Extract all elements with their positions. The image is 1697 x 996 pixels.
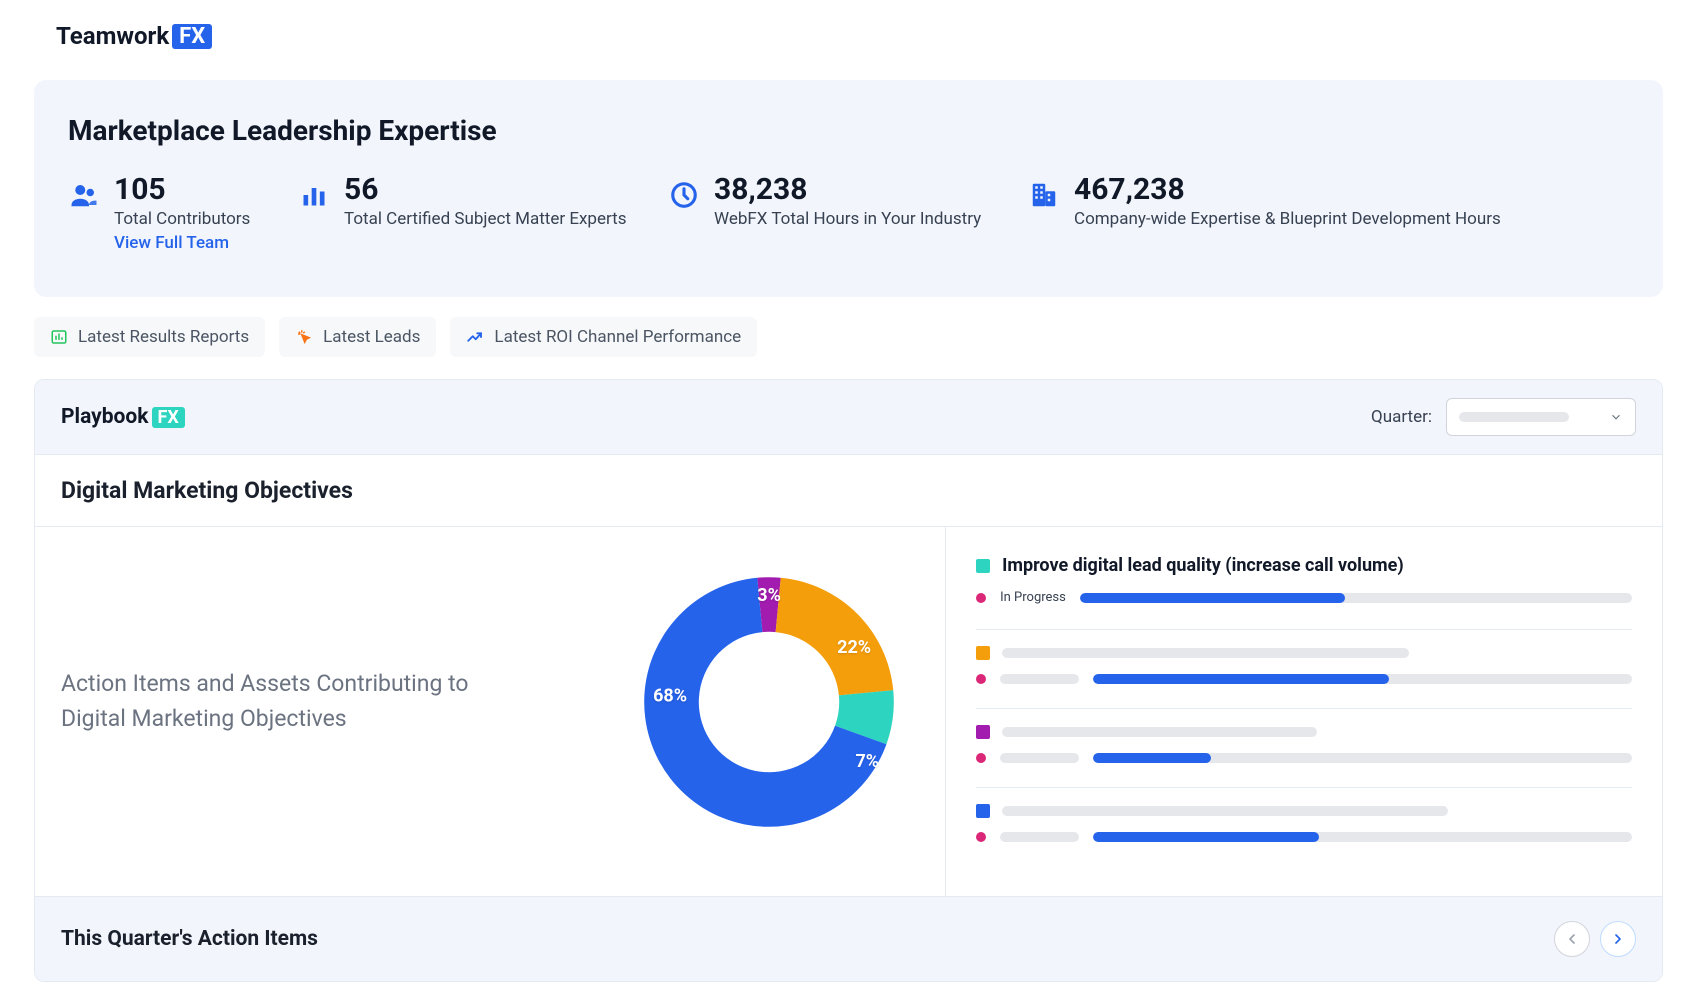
stat-smes: 56 Total Certified Subject Matter Expert…: [298, 175, 668, 253]
pill-latest-roi[interactable]: Latest ROI Channel Performance: [450, 317, 757, 357]
objectives-section-title: Digital Marketing Objectives: [35, 455, 1662, 527]
view-full-team-link[interactable]: View Full Team: [114, 233, 250, 253]
quarter-select[interactable]: [1446, 398, 1636, 436]
quick-links-row: Latest Results Reports Latest Leads Late…: [0, 297, 1697, 379]
status-dot: [976, 753, 986, 763]
progress-row: [976, 753, 1632, 763]
objective-color-square: [976, 559, 990, 573]
stat-label: WebFX Total Hours in Your Industry: [714, 209, 981, 229]
action-items-title: This Quarter's Action Items: [61, 927, 318, 951]
donut-chart: 3% 22% 7% 68%: [639, 572, 899, 832]
stat-value: 38,238: [714, 175, 981, 205]
pill-label: Latest Leads: [323, 327, 420, 347]
objective-color-square: [976, 804, 990, 818]
progress-track: [1093, 832, 1632, 842]
donut-label-orange: 22%: [837, 637, 871, 658]
hero-title: Marketplace Leadership Expertise: [68, 114, 1629, 147]
pill-latest-leads[interactable]: Latest Leads: [279, 317, 436, 357]
clock-icon: [668, 179, 700, 211]
bar-chart-icon: [298, 179, 330, 211]
next-button[interactable]: [1600, 921, 1636, 957]
stat-label: Company-wide Expertise & Blueprint Devel…: [1074, 209, 1501, 229]
pill-label: Latest Results Reports: [78, 327, 249, 347]
progress-fill: [1080, 593, 1345, 603]
stat-company-hours: 467,238 Company-wide Expertise & Bluepri…: [1028, 175, 1629, 253]
stat-value: 105: [114, 175, 250, 205]
objective-color-square: [976, 646, 990, 660]
status-dot: [976, 593, 986, 603]
progress-label-placeholder: [1000, 674, 1079, 684]
pointer-click-icon: [295, 328, 313, 346]
progress-row: In Progress: [976, 590, 1632, 605]
objective-group: Improve digital lead quality (increase c…: [976, 551, 1632, 629]
objective-title-placeholder: [1002, 727, 1317, 737]
donut-label-teal: 7%: [855, 751, 879, 772]
logo-teamwork-text: Teamwork: [56, 22, 169, 50]
progress-row: [976, 832, 1632, 842]
chevron-down-icon: [1609, 410, 1623, 424]
stat-value: 56: [344, 175, 627, 205]
objective-title-placeholder: [1002, 648, 1409, 658]
objective-group: [976, 629, 1632, 708]
objectives-description: Action Items and Assets Contributing to …: [61, 667, 521, 736]
people-icon: [68, 179, 100, 211]
donut-label-blue: 68%: [653, 686, 687, 707]
progress-label-placeholder: [1000, 753, 1079, 763]
pill-label: Latest ROI Channel Performance: [494, 327, 741, 347]
objective-color-square: [976, 725, 990, 739]
stat-label: Total Contributors: [114, 209, 250, 229]
arrow-right-icon: [1610, 931, 1626, 947]
logo-playbookfx: Playbook FX: [61, 405, 185, 429]
stat-value: 467,238: [1074, 175, 1501, 205]
objective-title-placeholder: [1002, 806, 1448, 816]
stat-label: Total Certified Subject Matter Experts: [344, 209, 627, 229]
progress-label-placeholder: [1000, 832, 1079, 842]
bar-chart-icon: [50, 328, 68, 346]
objective-group: [976, 787, 1632, 866]
logo-fx-badge: FX: [152, 407, 185, 428]
trend-up-icon: [466, 328, 484, 346]
progress-fill: [1093, 753, 1212, 763]
status-dot: [976, 832, 986, 842]
building-icon: [1028, 179, 1060, 211]
logo-fx-badge: FX: [172, 24, 212, 49]
stat-industry-hours: 38,238 WebFX Total Hours in Your Industr…: [668, 175, 1028, 253]
logo-playbook-text: Playbook: [61, 405, 149, 429]
prev-button[interactable]: [1554, 921, 1590, 957]
progress-label: In Progress: [1000, 590, 1066, 605]
logo-teamworkfx: Teamwork FX: [56, 22, 212, 50]
status-dot: [976, 674, 986, 684]
hero-card: Marketplace Leadership Expertise 105 Tot…: [34, 80, 1663, 297]
progress-track: [1093, 674, 1632, 684]
pill-latest-results[interactable]: Latest Results Reports: [34, 317, 265, 357]
progress-track: [1093, 753, 1632, 763]
progress-fill: [1093, 674, 1390, 684]
objective-title: Improve digital lead quality (increase c…: [1002, 555, 1404, 576]
donut-label-purple: 3%: [757, 585, 781, 606]
stat-contributors: 105 Total Contributors View Full Team: [68, 175, 298, 253]
progress-track: [1080, 593, 1632, 603]
playbook-panel: Playbook FX Quarter: Digital Marketing O…: [34, 379, 1663, 982]
objective-group: [976, 708, 1632, 787]
arrow-left-icon: [1564, 931, 1580, 947]
progress-fill: [1093, 832, 1319, 842]
quarter-value-placeholder: [1459, 412, 1569, 422]
quarter-label: Quarter:: [1371, 407, 1432, 427]
progress-row: [976, 674, 1632, 684]
